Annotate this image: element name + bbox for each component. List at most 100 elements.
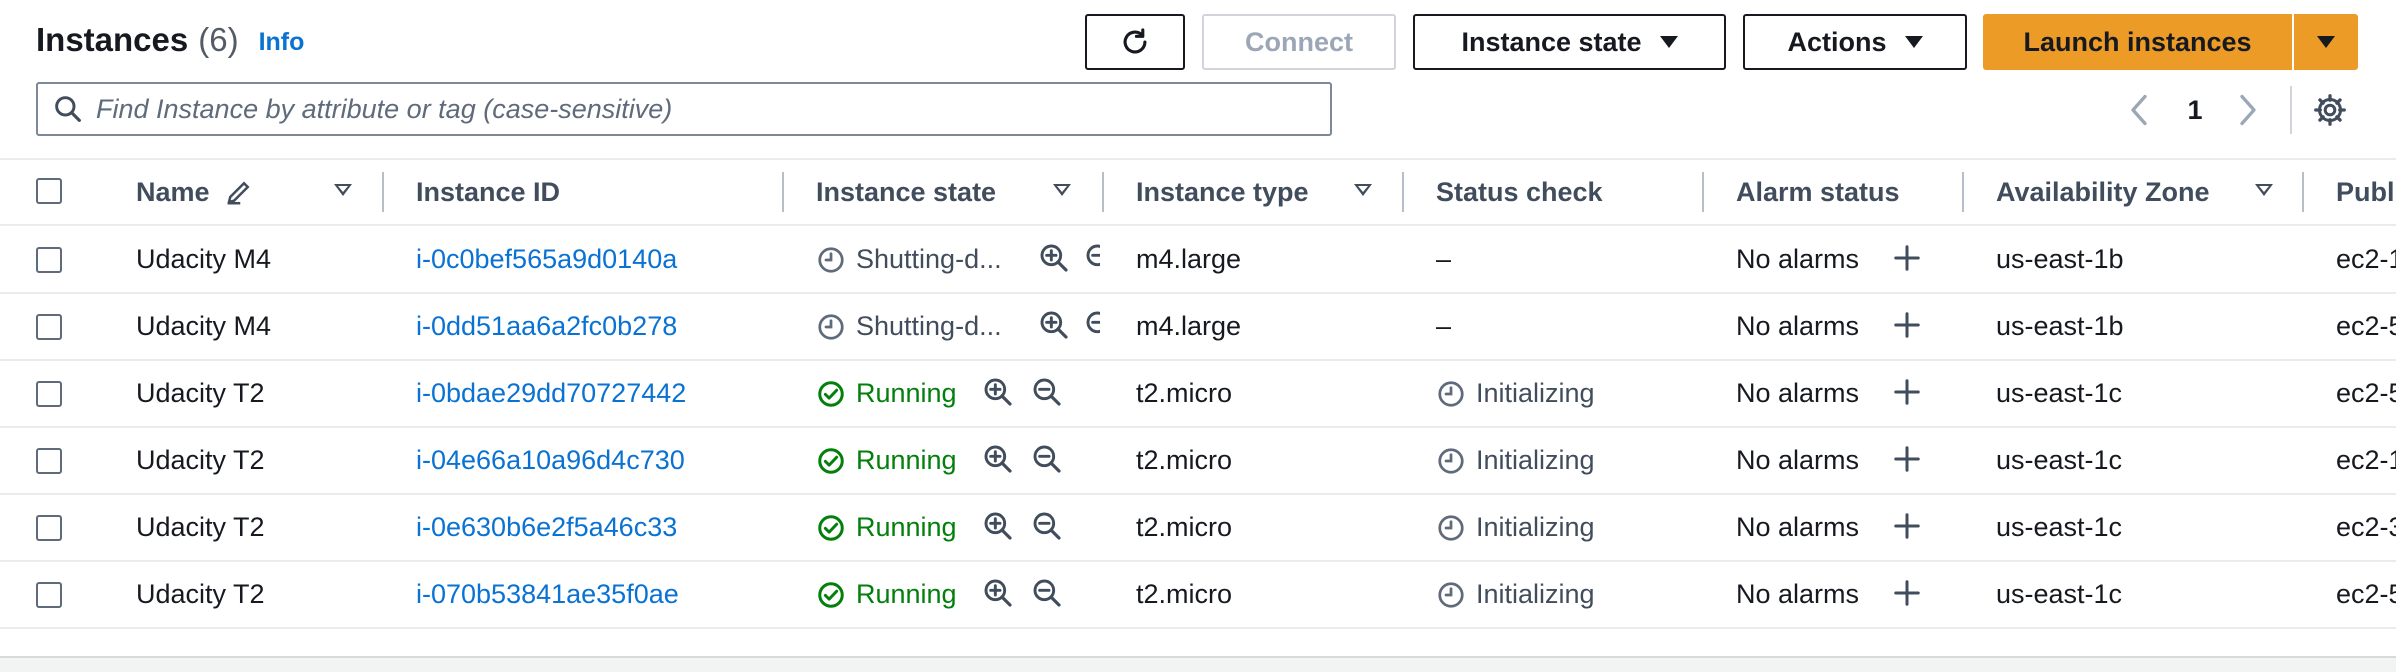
row-checkbox[interactable] [36,246,62,273]
column-header-instance-type[interactable]: Instance type [1136,172,1309,212]
zoom-out-icon[interactable] [1031,577,1063,609]
instance-type: t2.micro [1136,445,1233,475]
public-dns: ec2-3 [2336,512,2396,542]
column-header-instance-id[interactable]: Instance ID [416,172,560,212]
zoom-out-icon[interactable] [1031,510,1063,542]
actions-dropdown[interactable]: Actions [1743,14,1967,70]
check-circle-icon [816,446,846,476]
column-header-name[interactable]: Name [136,172,254,212]
column-divider[interactable] [782,172,784,212]
instance-state-dropdown[interactable]: Instance state [1413,14,1726,70]
zoom-in-icon[interactable] [982,510,1014,542]
zoom-out-icon[interactable] [1084,242,1100,274]
connect-button[interactable]: Connect [1202,14,1396,70]
plus-icon[interactable] [1892,377,1922,407]
status-check: – [1436,240,1451,280]
search-input[interactable] [96,93,1330,125]
row-checkbox[interactable] [36,581,62,608]
instance-name: Udacity T2 [136,512,265,542]
instance-state: Shutting-d... [816,307,1002,347]
status-check: Initializing [1436,575,1595,615]
sort-caret-icon[interactable] [1354,184,1372,196]
refresh-icon [1123,28,1147,54]
column-divider[interactable] [1402,172,1404,212]
instance-name: Udacity M4 [136,311,272,341]
plus-icon[interactable] [1892,511,1922,541]
instance-state-label: Running [856,579,957,609]
pencil-icon [226,181,250,205]
check-circle-icon [816,580,846,610]
sort-caret-icon[interactable] [2255,184,2273,196]
row-checkbox[interactable] [36,447,62,474]
column-divider[interactable] [1962,172,1964,212]
zoom-in-icon[interactable] [1038,309,1070,341]
select-all-checkbox[interactable] [36,178,62,204]
check-circle-icon [816,379,846,409]
zoom-out-icon[interactable] [1084,309,1100,341]
refresh-button[interactable] [1085,14,1185,70]
row-divider [0,627,2396,629]
column-divider[interactable] [1702,172,1704,212]
instance-state: Running [816,575,957,615]
sort-caret-icon[interactable] [334,184,352,196]
instance-id-link[interactable]: i-070b53841ae35f0ae [416,575,679,615]
zoom-in-icon[interactable] [1038,242,1070,274]
instance-type: t2.micro [1136,512,1233,542]
row-checkbox[interactable] [36,313,62,340]
info-link[interactable]: Info [259,28,305,57]
alarm-status: No alarms [1736,244,1860,274]
column-divider[interactable] [1102,172,1104,212]
row-checkbox[interactable] [36,514,62,541]
check-circle-icon [816,513,846,543]
instance-state-label: Instance state [1461,26,1642,57]
clock-icon [816,312,846,342]
column-header-availability-zone[interactable]: Availability Zone [1996,172,2210,212]
clock-icon [816,245,846,275]
status-check-label: Initializing [1476,378,1595,408]
page-number[interactable]: 1 [2180,90,2210,130]
public-dns: ec2-5 [2336,378,2396,408]
chevron-left-icon[interactable] [2124,92,2154,128]
zoom-in-icon[interactable] [982,376,1014,408]
column-divider[interactable] [382,172,384,212]
instance-type: t2.micro [1136,378,1233,408]
zoom-out-icon[interactable] [1031,443,1063,475]
instance-count: (6) [198,21,239,58]
plus-icon[interactable] [1892,578,1922,608]
availability-zone: us-east-1b [1996,311,2124,341]
plus-icon[interactable] [1892,243,1922,273]
instance-state: Shutting-d... [816,240,1002,280]
column-header-public[interactable]: Publ [2336,172,2395,212]
zoom-in-icon[interactable] [982,577,1014,609]
search-bar[interactable] [36,82,1332,136]
column-header-instance-state[interactable]: Instance state [816,172,996,212]
page-title: Instances [36,21,189,58]
instance-id-link[interactable]: i-0dd51aa6a2fc0b278 [416,307,677,347]
launch-instances-button[interactable]: Launch instances [1983,14,2292,70]
column-header-status-check[interactable]: Status check [1436,172,1603,212]
status-check: Initializing [1436,508,1595,548]
column-divider[interactable] [2302,172,2304,212]
instance-type: t2.micro [1136,579,1233,609]
zoom-out-icon[interactable] [1031,376,1063,408]
plus-icon[interactable] [1892,444,1922,474]
gear-icon[interactable] [2312,92,2348,128]
caret-down-icon [2317,36,2335,48]
instance-name: Udacity T2 [136,445,265,475]
instance-state: Running [816,441,957,481]
instance-id-link[interactable]: i-0bdae29dd70727442 [416,374,686,414]
plus-icon[interactable] [1892,310,1922,340]
chevron-right-icon[interactable] [2233,92,2263,128]
instance-id-link[interactable]: i-0c0bef565a9d0140a [416,240,677,280]
caret-down-icon [1904,36,1923,48]
column-header-alarm-status[interactable]: Alarm status [1736,172,1900,212]
instance-id-link[interactable]: i-04e66a10a96d4c730 [416,441,685,481]
zoom-in-icon[interactable] [982,443,1014,475]
search-icon [55,96,81,122]
row-checkbox[interactable] [36,380,62,407]
launch-options-dropdown[interactable] [2294,14,2358,70]
availability-zone: us-east-1b [1996,244,2124,274]
caret-down-icon [1659,36,1678,48]
instance-id-link[interactable]: i-0e630b6e2f5a46c33 [416,508,677,548]
sort-caret-icon[interactable] [1053,184,1071,196]
